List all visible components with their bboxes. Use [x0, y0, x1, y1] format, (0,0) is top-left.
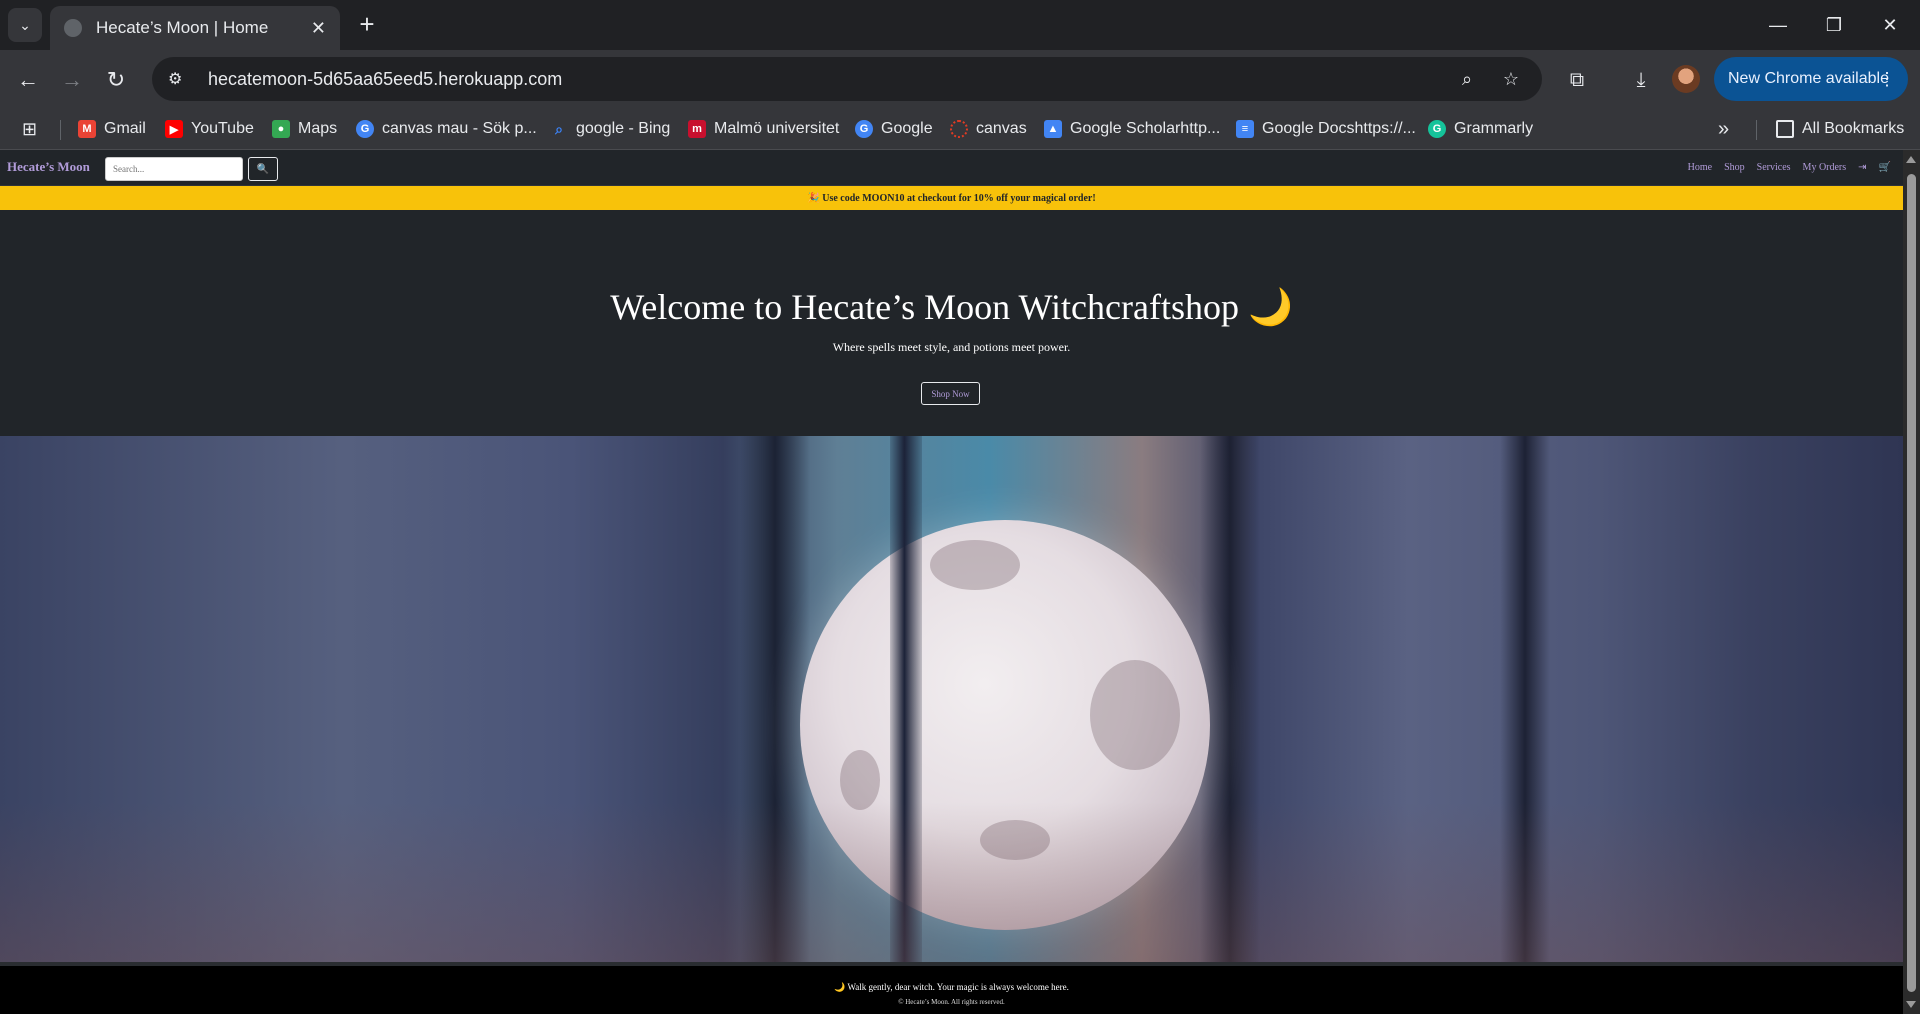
- search-input[interactable]: [105, 157, 243, 181]
- nav-services[interactable]: Services: [1757, 162, 1791, 173]
- restore-button[interactable]: ❐: [1806, 8, 1862, 42]
- bookmark-bing[interactable]: ⌕ google - Bing: [550, 116, 670, 142]
- scroll-up-icon[interactable]: [1906, 156, 1916, 163]
- bookmark-grammarly[interactable]: G Grammarly: [1428, 116, 1533, 142]
- youtube-icon: ▶: [165, 120, 183, 138]
- bookmark-label: YouTube: [191, 120, 254, 137]
- bookmark-label: canvas mau - Sök p...: [382, 120, 537, 137]
- bookmark-label: Google Scholarhttp...: [1070, 120, 1221, 137]
- close-window-button[interactable]: ✕: [1862, 8, 1918, 42]
- active-tab[interactable]: Hecate’s Moon | Home ✕: [50, 6, 340, 50]
- bookmark-gmail[interactable]: M Gmail: [78, 116, 146, 142]
- moon-hero-image: [0, 436, 1903, 962]
- reload-button[interactable]: ↻: [100, 64, 132, 96]
- mau-icon: m: [688, 120, 706, 138]
- more-bookmarks-icon[interactable]: »: [1718, 116, 1729, 142]
- more-menu-icon[interactable]: ⋮: [1878, 69, 1896, 90]
- tab-strip: ⌄ Hecate’s Moon | Home ✕ + — ❐ ✕: [0, 0, 1920, 50]
- all-bookmarks-label: All Bookmarks: [1802, 120, 1905, 137]
- globe-icon: [64, 19, 82, 37]
- shop-now-button[interactable]: Shop Now: [921, 382, 980, 405]
- search-icon: ⌕: [555, 120, 563, 137]
- promo-banner: 🎉 Use code MOON10 at checkout for 10% of…: [0, 186, 1903, 210]
- nav-my-orders[interactable]: My Orders: [1803, 162, 1847, 173]
- footer-copyright: © Hecate’s Moon. All rights reserved.: [898, 998, 1005, 1006]
- bookmark-label: google - Bing: [576, 120, 671, 137]
- site-brand[interactable]: Hecate’s Moon: [7, 159, 90, 175]
- bookmarks-divider: [60, 120, 61, 140]
- bookmark-label: canvas: [976, 120, 1027, 137]
- bookmark-scholar[interactable]: ▲ Google Scholarhttp...: [1044, 116, 1220, 142]
- google-icon: G: [855, 120, 873, 138]
- scroll-down-icon[interactable]: [1906, 1001, 1916, 1008]
- bookmark-label: Google Docshttps://...: [1262, 120, 1416, 137]
- footer-tagline: 🌙 Walk gently, dear witch. Your magic is…: [834, 982, 1069, 992]
- profile-avatar[interactable]: [1672, 65, 1700, 93]
- update-label: New Chrome available: [1728, 70, 1889, 87]
- nav-shop[interactable]: Shop: [1724, 162, 1745, 173]
- image-shade: [0, 802, 1903, 962]
- url-text[interactable]: hecatemoon-5d65aa65eed5.herokuapp.com: [208, 69, 1438, 90]
- bookmark-maps[interactable]: ● Maps: [272, 116, 337, 142]
- bookmark-malmo[interactable]: m Malmö universitet: [688, 116, 839, 142]
- google-icon: G: [356, 120, 374, 138]
- new-tab-button[interactable]: +: [352, 10, 382, 40]
- canvas-icon: [950, 120, 968, 138]
- tab-search-button[interactable]: ⌄: [8, 8, 42, 42]
- bookmark-canvas[interactable]: canvas: [950, 116, 1027, 142]
- bookmark-canvas-mau[interactable]: Gcanvas mau - Sök p...: [356, 116, 537, 142]
- nav-links: Home Shop Services My Orders ⇥ 🛒: [1688, 162, 1891, 173]
- apps-icon[interactable]: ⊞: [22, 116, 37, 142]
- gmail-icon: M: [78, 120, 96, 138]
- forward-button[interactable]: →: [56, 64, 88, 96]
- bookmarks-bar: ⊞ M Gmail ▶ YouTube ● Maps Gcanvas mau - Sö…: [0, 108, 1920, 150]
- bookmark-label: Maps: [298, 120, 338, 137]
- update-chrome-button[interactable]: New Chrome available ⋮: [1714, 57, 1908, 101]
- download-icon[interactable]: ⤓: [1626, 65, 1656, 95]
- scholar-icon: ▲: [1044, 120, 1062, 138]
- site-navbar: Hecate’s Moon 🔍 Home Shop Services My Or…: [0, 150, 1903, 186]
- search-button[interactable]: 🔍: [248, 157, 278, 181]
- browser-toolbar: ← → ↻ ⚙ hecatemoon-5d65aa65eed5.herokuap…: [0, 50, 1920, 108]
- close-tab-icon[interactable]: ✕: [311, 18, 326, 39]
- scrollbar-thumb[interactable]: [1907, 174, 1916, 992]
- site-footer: 🌙 Walk gently, dear witch. Your magic is…: [0, 962, 1903, 1014]
- cart-icon[interactable]: 🛒: [1879, 162, 1891, 173]
- page-scrollbar[interactable]: [1903, 150, 1920, 1014]
- maps-icon: ●: [272, 120, 290, 138]
- bookmark-label: Gmail: [104, 120, 146, 137]
- logout-icon[interactable]: ⇥: [1858, 162, 1866, 173]
- bookmark-youtube[interactable]: ▶ YouTube: [165, 116, 254, 142]
- docs-icon: ≡: [1236, 120, 1254, 138]
- bookmark-label: Google: [881, 120, 933, 137]
- minimize-button[interactable]: —: [1750, 8, 1806, 42]
- hero-section: Welcome to Hecate’s Moon Witchcraftshop …: [0, 210, 1903, 436]
- bookmark-label: Malmö universitet: [714, 120, 840, 137]
- hero-title: Welcome to Hecate’s Moon Witchcraftshop …: [610, 287, 1293, 327]
- grammarly-icon: G: [1428, 120, 1446, 138]
- page-viewport: Hecate’s Moon 🔍 Home Shop Services My Or…: [0, 150, 1920, 1014]
- bookmark-docs[interactable]: ≡ Google Docshttps://...: [1236, 116, 1416, 142]
- address-bar[interactable]: ⚙ hecatemoon-5d65aa65eed5.herokuapp.com …: [152, 57, 1542, 101]
- back-button[interactable]: ←: [12, 64, 44, 96]
- bookmark-label: Grammarly: [1454, 120, 1534, 137]
- bookmarks-divider: [1756, 120, 1757, 140]
- folder-icon: [1776, 120, 1794, 138]
- hero-subtitle: Where spells meet style, and potions mee…: [832, 340, 1071, 354]
- star-icon[interactable]: ☆: [1496, 69, 1526, 90]
- all-bookmarks-button[interactable]: All Bookmarks: [1776, 116, 1904, 142]
- nav-home[interactable]: Home: [1688, 162, 1712, 173]
- site-info-icon[interactable]: ⚙: [168, 69, 190, 89]
- extensions-icon[interactable]: ⧉: [1562, 65, 1592, 95]
- zoom-icon[interactable]: ⌕: [1452, 69, 1482, 90]
- tab-title: Hecate’s Moon | Home: [96, 18, 269, 37]
- bookmark-google[interactable]: G Google: [855, 116, 933, 142]
